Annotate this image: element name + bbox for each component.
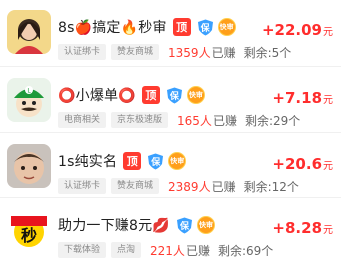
fast-review-badge: 快审 [168,152,187,170]
child-face-icon [7,144,51,188]
divider [0,132,341,133]
platform-tag: 点淘 [111,242,142,258]
task-item[interactable]: 秒 助力一下赚8元💋 保 快审 下载体验 点淘 221人 已赚 剩余:69个 +… [0,198,341,264]
remaining-count: 剩余:69个 [217,243,274,258]
platform-tag: 京东极速版 [111,112,169,128]
earned-count: 221人 [150,243,185,258]
reward-price: +22.09元 [261,21,333,39]
earned-label: 已赚 [212,113,237,128]
category-tag: 下载体验 [58,242,107,258]
top-badge: 顶 [172,18,191,36]
divider [0,66,341,67]
guarantee-shield-icon: 保 [147,153,164,170]
task-title: 助力一下赚8元💋 [58,218,170,234]
earned-count: 165人 [177,113,212,128]
platform-tag: 赞友商城 [111,44,160,60]
category-tag: 认证绑卡 [58,44,107,60]
category-tag: 电商相关 [58,112,107,128]
green-cap-character-icon: L [7,78,51,122]
remaining-count: 剩余:5个 [243,45,292,60]
miao-character-icon: 秒 [7,208,51,252]
top-badge: 顶 [141,86,160,104]
earned-label: 已赚 [185,243,210,258]
top-badge: 顶 [123,152,142,170]
task-item[interactable]: 1s纯实名 顶 保 快审 认证绑卡 赞友商城 2389人 已赚 剩余:12个 +… [0,134,341,200]
earned-label: 已赚 [211,45,236,60]
guarantee-shield-icon: 保 [166,87,183,104]
guarantee-shield-icon: 保 [197,19,214,36]
reward-price: +7.18元 [272,89,333,107]
remaining-count: 剩余:29个 [244,113,301,128]
task-item[interactable]: 8s🍎搞定🔥秒审 顶 保 快审 认证绑卡 赞友商城 1359人 已赚 剩余:5个… [0,0,341,66]
reward-price: +20.6元 [272,155,333,173]
reward-price: +8.28元 [272,219,333,237]
category-tag: 认证绑卡 [58,178,107,194]
guarantee-shield-icon: 保 [176,217,193,234]
earned-count: 2389人 [168,179,211,194]
task-item[interactable]: L ⭕小爆单⭕ 顶 保 快审 电商相关 京东极速版 165人 已赚 剩余:29个… [0,68,341,134]
earned-count: 1359人 [168,45,211,60]
task-title: 1s纯实名 [58,154,118,170]
platform-tag: 赞友商城 [111,178,160,194]
task-title: ⭕小爆单⭕ [58,88,136,104]
task-title: 8s🍎搞定🔥秒审 [58,20,167,36]
fast-review-badge: 快审 [186,86,205,104]
earned-label: 已赚 [211,179,236,194]
remaining-count: 剩余:12个 [243,179,299,194]
girl-portrait-icon [7,10,51,54]
fast-review-badge: 快审 [217,18,236,36]
fast-review-badge: 快审 [196,216,215,234]
thumb-character: 秒 [21,226,37,245]
